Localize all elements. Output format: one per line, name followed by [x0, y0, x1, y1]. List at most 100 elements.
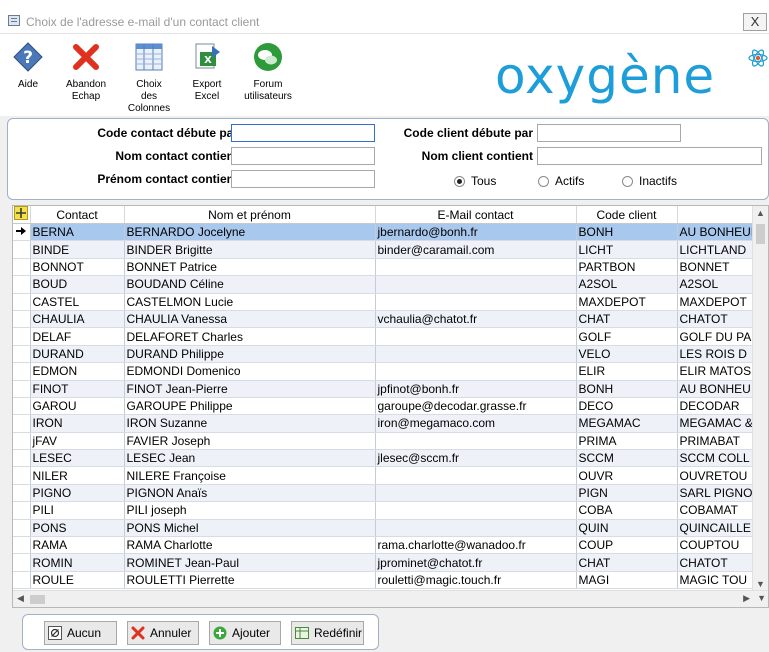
- help-icon: ?: [13, 42, 43, 72]
- cell-client-name: AU BONHEU: [677, 380, 753, 398]
- table-row[interactable]: DURAND DURAND Philippe VELO LES ROIS D: [13, 345, 753, 364]
- column-header-code-client[interactable]: Code client: [576, 206, 678, 224]
- cell-email: [375, 327, 577, 346]
- cell-client-name: COBAMAT: [677, 501, 753, 520]
- prenom-contact-label: Prénom contact contient: [97, 172, 238, 186]
- ajouter-button[interactable]: Ajouter: [209, 621, 281, 645]
- row-indicator: [13, 414, 31, 433]
- cell-email: [375, 275, 577, 294]
- annuler-button[interactable]: Annuler: [127, 621, 199, 645]
- cell-nom: FAVIER Joseph: [124, 432, 376, 451]
- radio-tous-dot[interactable]: [454, 176, 465, 187]
- cell-nom: PONS Michel: [124, 519, 376, 538]
- horizontal-scrollbar[interactable]: ◀ ▶ ▼: [13, 590, 768, 607]
- nom-client-input[interactable]: [537, 147, 762, 165]
- cell-code-client: COBA: [576, 501, 678, 520]
- radio-actifs[interactable]: Actifs: [538, 174, 584, 188]
- cancel-button[interactable]: Abandon Echap: [60, 42, 112, 103]
- horizontal-scroll-thumb[interactable]: [30, 595, 45, 604]
- scroll-left-icon[interactable]: ◀: [17, 593, 24, 604]
- table-row[interactable]: PONS PONS Michel QUIN QUINCAILLE: [13, 519, 753, 538]
- row-indicator: [13, 240, 31, 259]
- row-indicator: [13, 449, 31, 468]
- cell-contact: NILER: [30, 466, 125, 485]
- cell-contact: DELAF: [30, 327, 125, 346]
- radio-tous[interactable]: Tous: [454, 174, 496, 188]
- table-row[interactable]: BINDE BINDER Brigitte binder@caramail.com L…: [13, 240, 753, 259]
- table-header-row: Contact Nom et prénom E-Mail contact Cod…: [13, 206, 754, 224]
- radio-inactifs[interactable]: Inactifs: [622, 174, 677, 188]
- table-row[interactable]: PILI PILI joseph COBA COBAMAT: [13, 501, 753, 520]
- table-row[interactable]: FINOT FINOT Jean-Pierre jpfinot@bonh.fr BON…: [13, 380, 753, 398]
- close-button[interactable]: X: [743, 13, 767, 31]
- cell-nom: FINOT Jean-Pierre: [124, 380, 376, 398]
- oxygene-logo: oxygène: [495, 47, 716, 105]
- column-header-nom[interactable]: Nom et prénom: [124, 206, 376, 224]
- window-icon: [8, 15, 20, 26]
- cell-nom: EDMONDI Domenico: [124, 362, 376, 381]
- table-row[interactable]: ROMIN ROMINET Jean-Paul jprominet@chatot.f…: [13, 553, 753, 572]
- column-header-contact[interactable]: Contact: [30, 206, 125, 224]
- row-indicator: [13, 310, 31, 329]
- table-row[interactable]: PIGNO PIGNON Anaïs PIGN SARL PIGNO: [13, 484, 753, 503]
- table-row[interactable]: EDMON EDMONDI Domenico ELIR ELIR MATOS: [13, 362, 753, 381]
- table-row[interactable]: LESEC LESEC Jean jlesec@sccm.fr SCCM SCCM CO…: [13, 449, 753, 468]
- cell-contact: ROMIN: [30, 553, 125, 572]
- radio-inactifs-dot[interactable]: [622, 176, 633, 187]
- table-row[interactable]: BOUD BOUDAND Céline A2SOL A2SOL: [13, 275, 753, 294]
- table-row[interactable]: DELAF DELAFORET Charles GOLF GOLF DU PA: [13, 327, 753, 346]
- row-indicator: [13, 501, 31, 520]
- prenom-contact-input[interactable]: [231, 170, 375, 188]
- forum-label: Forum utilisateurs: [244, 79, 292, 102]
- cell-nom: RAMA Charlotte: [124, 536, 376, 555]
- forum-icon: [254, 43, 282, 71]
- add-icon: [213, 626, 227, 640]
- cell-nom: BERNARDO Jocelyne: [124, 223, 376, 242]
- cell-nom: BOUDAND Céline: [124, 275, 376, 294]
- table-row[interactable]: jFAV FAVIER Joseph PRIMA PRIMABAT: [13, 432, 753, 451]
- svg-text:?: ?: [23, 48, 33, 68]
- scroll-down-end-icon[interactable]: ▼: [757, 593, 766, 603]
- table-row[interactable]: BERNA BERNARDO Jocelyne jbernardo@bonh.fr B…: [13, 223, 753, 242]
- code-contact-label: Code contact débute par: [97, 126, 238, 140]
- table-row[interactable]: NILER NILERE Françoise OUVR OUVRETOU: [13, 466, 753, 485]
- cell-code-client: MAXDEPOT: [576, 293, 678, 311]
- excel-export-button[interactable]: X Export Excel: [186, 42, 228, 103]
- scroll-right-icon[interactable]: ▶: [743, 593, 750, 604]
- cell-client-name: DECODAR: [677, 397, 753, 416]
- cell-client-name: OUVRETOU: [677, 466, 753, 485]
- table-row[interactable]: CASTEL CASTELMON Lucie MAXDEPOT MAXDEPOT: [13, 293, 753, 311]
- cell-nom: LESEC Jean: [124, 449, 376, 468]
- table-row[interactable]: BONNOT BONNET Patrice PARTBON BONNET: [13, 258, 753, 277]
- table-row[interactable]: RAMA RAMA Charlotte rama.charlotte@wanadoo…: [13, 536, 753, 555]
- column-header-email[interactable]: E-Mail contact: [375, 206, 577, 224]
- columns-button[interactable]: Choix des Colonnes: [124, 42, 174, 115]
- add-column-button[interactable]: [13, 206, 31, 224]
- scroll-down-icon[interactable]: ▼: [756, 579, 765, 589]
- code-client-input[interactable]: [537, 124, 681, 142]
- aucun-button[interactable]: Aucun: [44, 621, 117, 645]
- cell-contact: CHAULIA: [30, 310, 125, 329]
- table-row[interactable]: GAROU GAROUPE Philippe garoupe@decodar.gra…: [13, 397, 753, 416]
- cell-nom: BONNET Patrice: [124, 258, 376, 277]
- cell-code-client: QUIN: [576, 519, 678, 538]
- cell-email: rouletti@magic.touch.fr: [375, 571, 577, 590]
- window-title: Choix de l'adresse e-mail d'un contact c…: [26, 15, 260, 29]
- vertical-scroll-thumb[interactable]: [756, 224, 765, 244]
- help-button[interactable]: ? Aide: [10, 42, 46, 91]
- table-row[interactable]: IRON IRON Suzanne iron@megamaco.com MEGAMAC…: [13, 414, 753, 433]
- cell-code-client: PIGN: [576, 484, 678, 503]
- scroll-up-icon[interactable]: ▲: [756, 208, 765, 218]
- cell-contact: EDMON: [30, 362, 125, 381]
- redefinir-button[interactable]: Redéfinir: [291, 621, 364, 645]
- table-row[interactable]: ROULE ROULETTI Pierrette rouletti@magic.to…: [13, 571, 753, 590]
- cell-nom: GAROUPE Philippe: [124, 397, 376, 416]
- table-row[interactable]: CHAULIA CHAULIA Vanessa vchaulia@chatot.fr…: [13, 310, 753, 329]
- forum-button[interactable]: Forum utilisateurs: [240, 42, 296, 103]
- cell-email: jlesec@sccm.fr: [375, 449, 577, 468]
- column-header-client-name[interactable]: [677, 206, 754, 224]
- radio-actifs-dot[interactable]: [538, 176, 549, 187]
- cell-code-client: SCCM: [576, 449, 678, 468]
- cell-code-client: MEGAMAC: [576, 414, 678, 433]
- vertical-scrollbar[interactable]: ▲ ▼: [752, 206, 768, 591]
